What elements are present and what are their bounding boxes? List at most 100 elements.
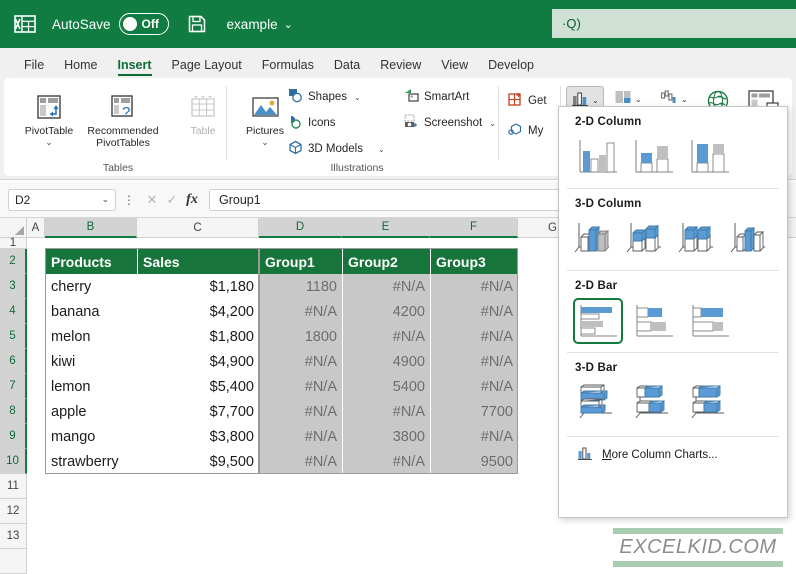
cell-group3[interactable]: #N/A bbox=[431, 324, 518, 349]
select-all-corner[interactable] bbox=[0, 218, 27, 238]
cell-product[interactable]: melon bbox=[46, 324, 137, 349]
autosave-toggle[interactable]: Off bbox=[118, 13, 169, 35]
my-addins-button[interactable]: My bbox=[508, 122, 543, 140]
row-header-13[interactable]: 13 bbox=[0, 524, 27, 549]
name-box[interactable]: D2 ⌄ bbox=[8, 188, 116, 211]
chart-thumb-3d-clustered-column[interactable] bbox=[569, 216, 619, 262]
filename-label[interactable]: example bbox=[227, 17, 278, 32]
row-header-14[interactable] bbox=[0, 549, 27, 574]
cell-product[interactable]: kiwi bbox=[46, 349, 137, 374]
search-input[interactable]: ·Q) bbox=[552, 9, 796, 38]
cell-product[interactable]: banana bbox=[46, 299, 137, 324]
row-header-6[interactable]: 6 bbox=[0, 349, 27, 374]
tab-data[interactable]: Data bbox=[324, 58, 370, 77]
chart-thumb-3d-stacked-bar[interactable] bbox=[629, 380, 679, 426]
chevron-down-icon[interactable]: ⌄ bbox=[635, 95, 642, 104]
chart-thumb-clustered-column[interactable] bbox=[573, 134, 623, 180]
table-header-group1[interactable]: Group1 bbox=[260, 249, 342, 274]
chart-type-gallery[interactable]: 2-D Column 3-D Column 2-D Bar 3-D Bar Mo… bbox=[558, 106, 788, 518]
icons-button[interactable]: Icons bbox=[288, 114, 336, 132]
cell-group1[interactable]: #N/A bbox=[260, 349, 342, 374]
chevron-down-icon[interactable]: ⌄ bbox=[681, 95, 688, 104]
cell-group3[interactable]: 9500 bbox=[431, 449, 518, 474]
cell-sales[interactable]: $7,700 bbox=[138, 399, 259, 424]
cell-group1[interactable]: 1800 bbox=[260, 324, 342, 349]
cell-product[interactable]: strawberry bbox=[46, 449, 137, 474]
save-icon[interactable] bbox=[185, 12, 209, 36]
row-header-3[interactable]: 3 bbox=[0, 274, 27, 299]
chevron-down-icon[interactable]: ⌄ bbox=[45, 138, 53, 147]
row-header-10[interactable]: 10 bbox=[0, 449, 27, 474]
row-header-1[interactable]: 1 bbox=[0, 237, 27, 249]
chevron-down-icon[interactable]: ⌄ bbox=[101, 194, 109, 205]
table-header-sales[interactable]: Sales bbox=[138, 249, 259, 274]
table-header-group3[interactable]: Group3 bbox=[431, 249, 518, 274]
row-header-11[interactable]: 11 bbox=[0, 474, 27, 499]
cell-product[interactable]: cherry bbox=[46, 274, 137, 299]
chart-thumb-stacked-bar[interactable] bbox=[629, 298, 679, 344]
cell-group2[interactable]: #N/A bbox=[343, 399, 430, 424]
column-header-f[interactable]: F bbox=[430, 218, 518, 238]
column-header-c[interactable]: C bbox=[137, 218, 259, 238]
cell-group3[interactable]: #N/A bbox=[431, 299, 518, 324]
chevron-down-icon[interactable]: ⌄ bbox=[284, 18, 293, 31]
cell-group1[interactable]: #N/A bbox=[260, 424, 342, 449]
tab-view[interactable]: View bbox=[431, 58, 478, 77]
cancel-icon[interactable]: ✕ bbox=[142, 192, 162, 208]
chart-thumb-3d-100-stacked-column[interactable] bbox=[673, 216, 723, 262]
chart-thumb-clustered-bar[interactable] bbox=[573, 298, 623, 344]
cell-sales[interactable]: $1,800 bbox=[138, 324, 259, 349]
cell-group2[interactable]: 4900 bbox=[343, 349, 430, 374]
cell-group2[interactable]: 5400 bbox=[343, 374, 430, 399]
cell-group2[interactable]: #N/A bbox=[343, 324, 430, 349]
tab-review[interactable]: Review bbox=[370, 58, 431, 77]
cell-sales[interactable]: $4,200 bbox=[138, 299, 259, 324]
cell-group2[interactable]: #N/A bbox=[343, 449, 430, 474]
chart-thumb-3d-column[interactable] bbox=[725, 216, 775, 262]
insert-function-icon[interactable]: fx bbox=[182, 192, 202, 208]
chevron-down-icon[interactable]: ⌄ bbox=[354, 93, 361, 102]
tab-home[interactable]: Home bbox=[54, 58, 107, 77]
cell-group1[interactable]: #N/A bbox=[260, 449, 342, 474]
cell-group2[interactable]: 4200 bbox=[343, 299, 430, 324]
shapes-button[interactable]: Shapes ⌄ bbox=[288, 88, 361, 106]
row-header-9[interactable]: 9 bbox=[0, 424, 27, 449]
column-header-a[interactable]: A bbox=[27, 218, 45, 238]
chart-thumb-100-stacked-bar[interactable] bbox=[685, 298, 735, 344]
cell-product[interactable]: apple bbox=[46, 399, 137, 424]
column-header-e[interactable]: E bbox=[342, 218, 430, 238]
cell-group3[interactable]: 7700 bbox=[431, 399, 518, 424]
cell-sales[interactable]: $9,500 bbox=[138, 449, 259, 474]
chevron-down-icon[interactable]: ⌄ bbox=[378, 145, 385, 154]
tab-page-layout[interactable]: Page Layout bbox=[162, 58, 252, 77]
cell-product[interactable]: mango bbox=[46, 424, 137, 449]
formula-bar-options[interactable]: ⋮ bbox=[123, 193, 135, 207]
chevron-down-icon[interactable]: ⌄ bbox=[489, 119, 496, 128]
table-header-products[interactable]: Products bbox=[46, 249, 137, 274]
chart-thumb-3d-stacked-column[interactable] bbox=[621, 216, 671, 262]
get-addins-button[interactable]: Get bbox=[508, 92, 547, 110]
chevron-down-icon[interactable]: ⌄ bbox=[261, 138, 269, 147]
screenshot-button[interactable]: Screenshot ⌄ bbox=[404, 114, 496, 132]
recommended-pivottables-button[interactable]: ? Recommended PivotTables bbox=[78, 84, 168, 149]
cell-group2[interactable]: 3800 bbox=[343, 424, 430, 449]
chart-thumb-3d-100-stacked-bar[interactable] bbox=[685, 380, 735, 426]
cell-group2[interactable]: #N/A bbox=[343, 274, 430, 299]
row-header-12[interactable]: 12 bbox=[0, 499, 27, 524]
confirm-icon[interactable]: ✓ bbox=[162, 192, 182, 208]
cell-sales[interactable]: $5,400 bbox=[138, 374, 259, 399]
tab-formulas[interactable]: Formulas bbox=[252, 58, 324, 77]
chevron-down-icon[interactable]: ⌄ bbox=[592, 96, 599, 105]
cell-group1[interactable]: #N/A bbox=[260, 299, 342, 324]
cell-group3[interactable]: #N/A bbox=[431, 374, 518, 399]
cell-product[interactable]: lemon bbox=[46, 374, 137, 399]
row-header-2[interactable]: 2 bbox=[0, 249, 27, 274]
3d-models-button[interactable]: 3D Models ⌄ bbox=[288, 140, 385, 158]
row-header-4[interactable]: 4 bbox=[0, 299, 27, 324]
row-header-8[interactable]: 8 bbox=[0, 399, 27, 424]
row-header-7[interactable]: 7 bbox=[0, 374, 27, 399]
column-header-b[interactable]: B bbox=[45, 218, 137, 238]
cell-sales[interactable]: $3,800 bbox=[138, 424, 259, 449]
tab-developer[interactable]: Develop bbox=[478, 58, 544, 77]
chart-thumb-3d-clustered-bar[interactable] bbox=[573, 380, 623, 426]
